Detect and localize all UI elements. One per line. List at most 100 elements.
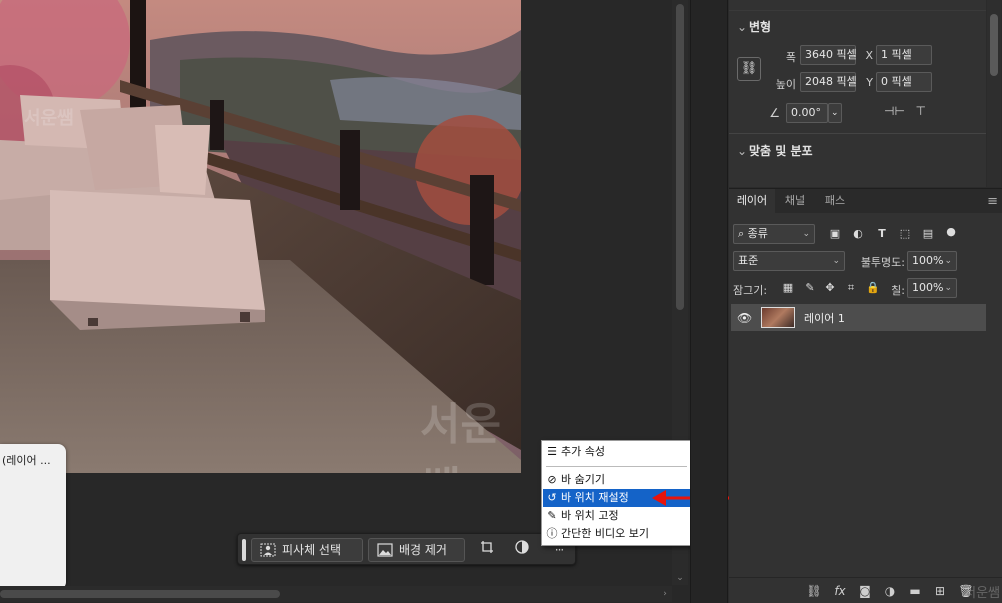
filter-pixel-icon[interactable]: ▣ bbox=[828, 227, 842, 241]
lock-all-icon[interactable]: 🔒 bbox=[866, 281, 880, 295]
new-layer-icon[interactable]: ⊞ bbox=[932, 583, 948, 599]
vertical-scroll-thumb[interactable] bbox=[676, 4, 684, 310]
filter-type-icon[interactable]: T bbox=[875, 227, 889, 241]
adjustment-icon[interactable] bbox=[509, 538, 535, 562]
tab-channels[interactable]: 채널 bbox=[775, 189, 815, 213]
height-label: 높이 bbox=[775, 78, 796, 91]
search-icon: ⌕ bbox=[738, 227, 748, 240]
layer-tooltip-popup: (레이어 ... bbox=[0, 444, 66, 590]
select-subject-label: 피사체 선택 bbox=[282, 543, 342, 557]
tab-paths[interactable]: 패스 bbox=[815, 189, 855, 213]
chevron-down-icon: ⌄ bbox=[802, 229, 810, 239]
lock-paint-icon[interactable]: ✎ bbox=[803, 281, 817, 295]
angle-dropdown[interactable]: ⌄ bbox=[828, 103, 842, 123]
filter-kind-label: 종류 bbox=[747, 227, 768, 240]
new-adjustment-icon[interactable]: ◑ bbox=[882, 583, 898, 599]
x-field[interactable]: 1 픽셀 bbox=[876, 45, 932, 65]
filter-toggle-icon[interactable]: ● bbox=[944, 225, 958, 239]
lock-transparent-icon[interactable]: ▦ bbox=[781, 281, 795, 295]
transform-title: 변형 bbox=[749, 20, 772, 34]
new-group-icon[interactable]: ▬ bbox=[907, 583, 923, 599]
footer-watermark: 서운쌤 bbox=[964, 586, 1000, 601]
menu-item-quick-video[interactable]: ⓘ 간단한 비디오 보기 bbox=[543, 525, 690, 543]
popup-text: (레이어 ... bbox=[2, 454, 51, 467]
panel-dock-column bbox=[690, 0, 728, 603]
filter-smart-object-icon[interactable]: ▤ bbox=[921, 227, 935, 241]
layer-row[interactable]: 👁 레이어 1 bbox=[731, 304, 986, 331]
flip-vertical-icon[interactable]: ⊤ bbox=[910, 104, 926, 118]
fx-icon[interactable]: fx bbox=[832, 583, 848, 599]
scroll-down-arrow-icon[interactable]: ⌄ bbox=[675, 573, 685, 583]
photoshop-window: 서운쌤 서운쌤 (레이어 ... ⌄ › 피사체 선택 bbox=[0, 0, 1002, 603]
person-icon bbox=[260, 543, 276, 557]
taskbar-drag-handle[interactable] bbox=[242, 539, 246, 561]
flip-horizontal-icon[interactable]: ⊣⊢ bbox=[884, 104, 905, 118]
eye-hide-icon: ⊘ bbox=[547, 473, 557, 486]
horizontal-scroll-thumb[interactable] bbox=[0, 590, 280, 598]
add-mask-icon[interactable]: ◙ bbox=[857, 583, 873, 599]
filter-shape-icon[interactable]: ⬚ bbox=[898, 227, 912, 241]
scroll-right-arrow-icon[interactable]: › bbox=[660, 589, 670, 599]
angle-field[interactable]: 0.00° bbox=[786, 103, 828, 123]
top-divider bbox=[729, 10, 986, 11]
width-field[interactable]: 3640 픽셀 bbox=[800, 45, 857, 65]
chevron-down-icon: ⌄ bbox=[737, 144, 748, 158]
transform-section-header[interactable]: ⌄ 변형 bbox=[737, 18, 771, 35]
horizontal-scrollbar[interactable]: › bbox=[0, 586, 672, 602]
width-label: 폭 bbox=[785, 51, 796, 64]
blend-mode-select[interactable]: 표준 ⌄ bbox=[733, 251, 845, 271]
fill-value: 100% bbox=[912, 281, 944, 294]
fill-label: 칠: bbox=[891, 284, 905, 297]
filter-adjustment-icon[interactable]: ◐ bbox=[851, 227, 865, 241]
menu-separator bbox=[546, 466, 687, 467]
menu-item-label: 바 숨기기 bbox=[561, 473, 605, 486]
chevron-down-icon: ⌄ bbox=[737, 20, 748, 34]
menu-item-label: 바 위치 재설정 bbox=[561, 491, 629, 504]
pin-icon: ✎ bbox=[547, 509, 557, 522]
fill-field[interactable]: 100% ⌄ bbox=[907, 278, 957, 298]
opacity-field[interactable]: 100% ⌄ bbox=[907, 251, 957, 271]
crop-mask-icon[interactable] bbox=[474, 538, 500, 562]
opacity-value: 100% bbox=[912, 254, 944, 267]
properties-scroll-thumb[interactable] bbox=[990, 14, 998, 76]
lock-position-icon[interactable]: ✥ bbox=[823, 281, 837, 295]
x-label: X bbox=[865, 49, 873, 62]
remove-background-button[interactable]: 배경 제거 bbox=[368, 538, 465, 562]
menu-item-more-properties[interactable]: ☰ 추가 속성 bbox=[543, 443, 690, 461]
blend-mode-label: 표준 bbox=[738, 254, 759, 267]
tab-layers[interactable]: 레이어 bbox=[729, 189, 775, 213]
height-field[interactable]: 2048 픽셀 bbox=[800, 72, 857, 92]
layers-tabs: 레이어 채널 패스 ≡ bbox=[729, 189, 1002, 213]
align-section-header[interactable]: ⌄ 맞춤 및 분포 bbox=[737, 142, 813, 159]
info-icon: ⓘ bbox=[546, 527, 558, 540]
panel-menu-icon[interactable]: ≡ bbox=[987, 194, 998, 209]
angle-icon: ∠ bbox=[769, 106, 780, 120]
align-title: 맞춤 및 분포 bbox=[749, 144, 813, 158]
layer-name[interactable]: 레이어 1 bbox=[804, 310, 845, 326]
lock-label: 잠그기: bbox=[733, 284, 768, 297]
watermark-large: 서운쌤 bbox=[420, 399, 501, 473]
layers-panel: 레이어 채널 패스 ≡ ⌕ 종류 ⌄ ▣ ◐ T ⬚ ▤ ● 표준 ⌄ 불투명도: … bbox=[729, 188, 1002, 603]
visibility-eye-icon[interactable]: 👁 bbox=[737, 311, 752, 325]
remove-background-label: 배경 제거 bbox=[399, 543, 447, 557]
menu-item-label: 간단한 비디오 보기 bbox=[561, 527, 649, 540]
chevron-down-icon: ⌄ bbox=[944, 256, 952, 266]
chevron-down-icon: ⌄ bbox=[944, 283, 952, 293]
select-subject-button[interactable]: 피사체 선택 bbox=[251, 538, 363, 562]
reset-icon: ↺ bbox=[547, 491, 557, 504]
image-icon bbox=[377, 543, 393, 557]
filter-kind-select[interactable]: ⌕ 종류 ⌄ bbox=[733, 224, 815, 244]
lock-artboard-icon[interactable]: ⌗ bbox=[844, 281, 858, 295]
contextual-task-bar: 피사체 선택 배경 제거 ··· bbox=[237, 533, 576, 565]
y-field[interactable]: 0 픽셀 bbox=[876, 72, 932, 92]
layers-bottom-bar: ⛓ fx ◙ ◑ ▬ ⊞ 🗑 서운쌤 bbox=[729, 577, 1002, 603]
watermark-small: 서운쌤 bbox=[24, 108, 74, 129]
section-divider bbox=[729, 133, 986, 134]
properties-scrollbar[interactable] bbox=[987, 0, 1001, 187]
canvas-image: 서운쌤 서운쌤 bbox=[0, 0, 521, 473]
link-layers-icon[interactable]: ⛓ bbox=[806, 583, 822, 599]
sliders-icon: ☰ bbox=[547, 445, 557, 458]
menu-item-label: 추가 속성 bbox=[561, 445, 605, 458]
link-proportions-icon[interactable]: ⛓ bbox=[737, 57, 761, 81]
layer-thumbnail bbox=[761, 307, 795, 328]
